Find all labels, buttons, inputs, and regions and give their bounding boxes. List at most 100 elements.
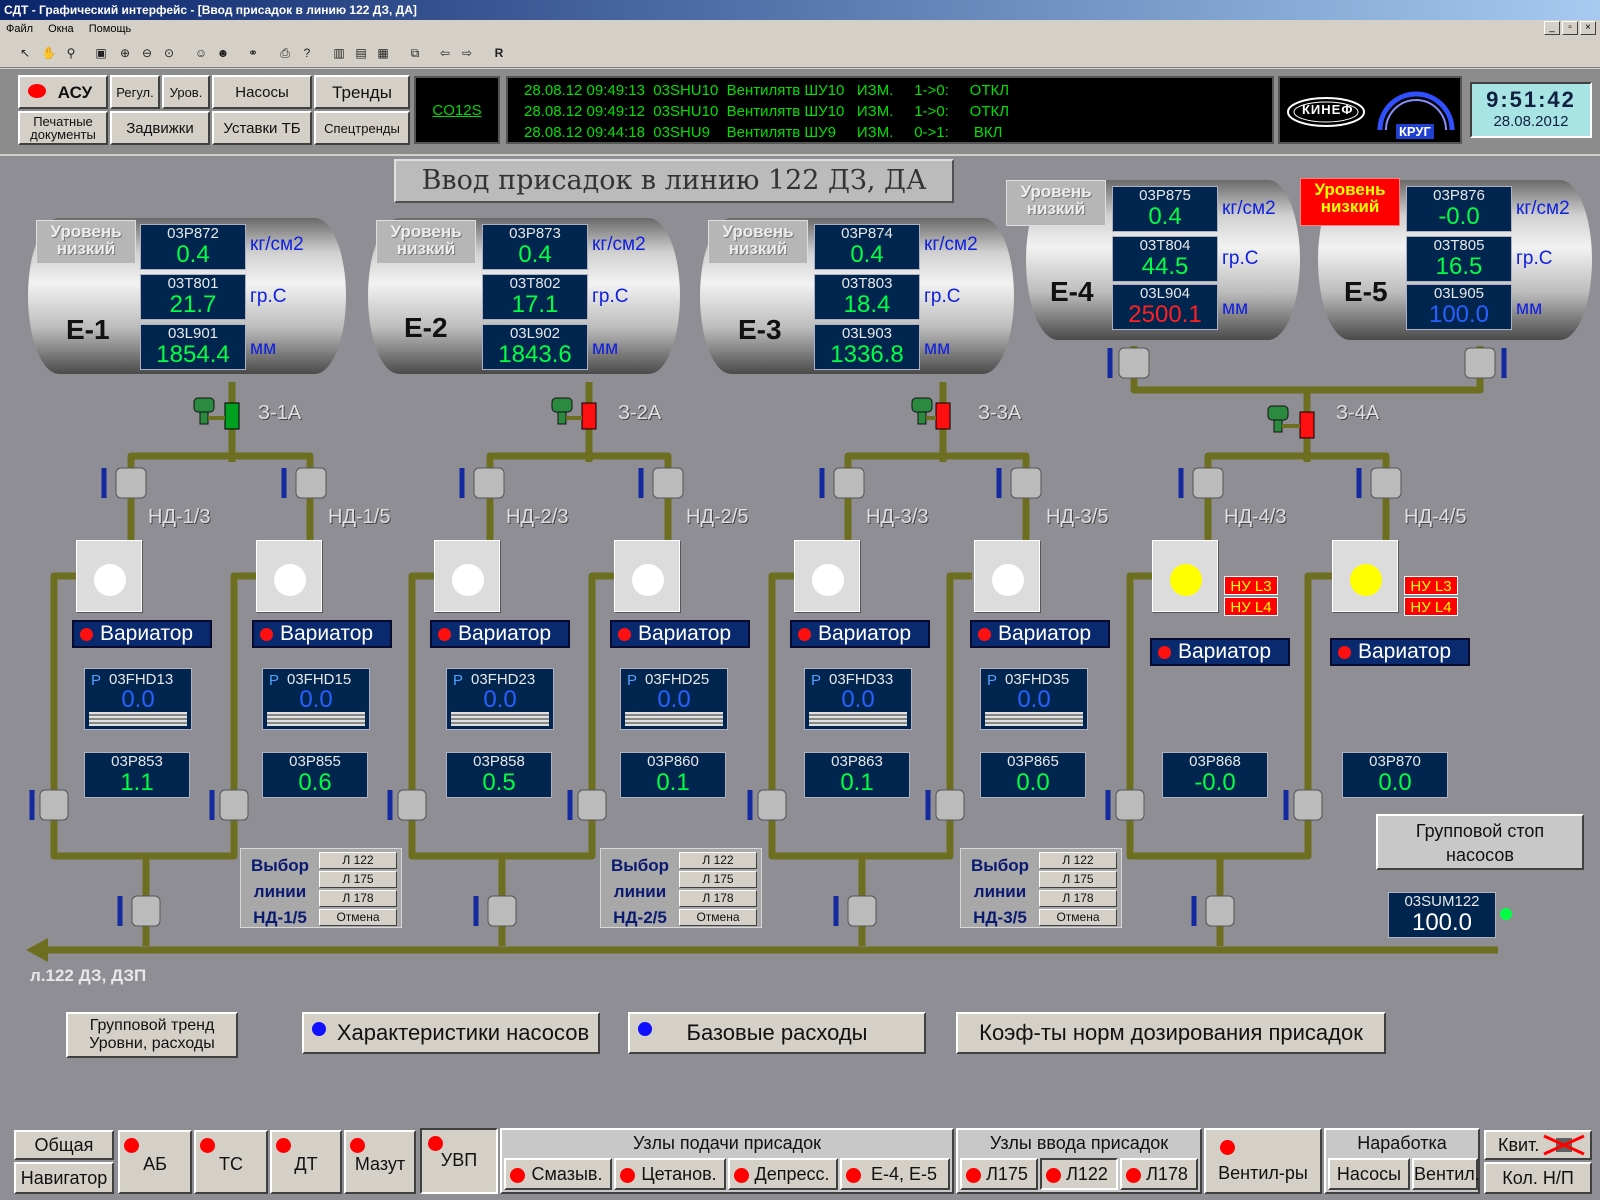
pressure-value[interactable]: 03P874 0.4: [814, 224, 920, 270]
variator-button[interactable]: Вариатор: [430, 620, 570, 648]
pump-nd-2-5[interactable]: [614, 540, 680, 612]
variator-button[interactable]: Вариатор: [72, 620, 212, 648]
runtime-pumps-button[interactable]: Насосы: [1328, 1158, 1410, 1190]
input-l175-button[interactable]: Л175: [960, 1158, 1038, 1190]
pressure-value[interactable]: 03P865 0.0: [980, 752, 1086, 798]
line-option-178[interactable]: Л 178: [319, 890, 397, 907]
dosing-coefficients-button[interactable]: Коэф-ты норм дозирования присадок: [956, 1012, 1386, 1054]
level-value[interactable]: 03L901 1854.4: [140, 324, 246, 370]
pointer-icon[interactable]: ↖: [16, 44, 34, 62]
zoom-reset-icon[interactable]: ▣: [92, 44, 110, 62]
back-icon[interactable]: ⇦: [436, 44, 454, 62]
pressure-value[interactable]: 03P868 -0.0: [1162, 752, 1268, 798]
variator-button[interactable]: Вариатор: [970, 620, 1110, 648]
zoom-out-icon[interactable]: ⊖: [138, 44, 156, 62]
zoom-fit-icon[interactable]: ⊙: [160, 44, 178, 62]
help-icon[interactable]: ?: [298, 44, 316, 62]
layout2-icon[interactable]: ▤: [352, 44, 370, 62]
pressure-value[interactable]: 03P872 0.4: [140, 224, 246, 270]
base-flow-button[interactable]: Базовые расходы: [628, 1012, 926, 1054]
variator-button[interactable]: Вариатор: [1330, 638, 1470, 666]
np-count-button[interactable]: Кол. Н/П: [1484, 1162, 1592, 1194]
user-icon[interactable]: ☺: [192, 44, 210, 62]
pressure-value[interactable]: 03P853 1.1: [84, 752, 190, 798]
pressure-value[interactable]: 03P870 0.0: [1342, 752, 1448, 798]
line-option-175[interactable]: Л 175: [1039, 871, 1117, 888]
nav-ts-button[interactable]: ТС: [194, 1130, 268, 1194]
r-icon[interactable]: R: [490, 44, 508, 62]
spectrends-button[interactable]: Спецтренды: [314, 111, 410, 145]
flow-setpoint[interactable]: P 03FHD35 0.0: [980, 668, 1088, 730]
temperature-value[interactable]: 03T804 44.5: [1112, 236, 1218, 282]
zoom-icon[interactable]: ⚲: [62, 44, 80, 62]
binoculars-icon[interactable]: ⚭: [244, 44, 262, 62]
flow-setpoint[interactable]: P 03FHD23 0.0: [446, 668, 554, 730]
pump-nd-2-3[interactable]: [434, 540, 500, 612]
users-icon[interactable]: ☻: [214, 44, 232, 62]
input-l178-button[interactable]: Л178: [1120, 1158, 1198, 1190]
setpoint-slider[interactable]: [89, 712, 187, 726]
asu-button[interactable]: АСУ: [18, 75, 108, 109]
group-stop-button[interactable]: Групповой стоп насосов: [1376, 814, 1584, 870]
group-trend-button[interactable]: Групповой тренд Уровни, расходы: [66, 1012, 238, 1058]
pump-nd-4-5[interactable]: [1332, 540, 1398, 612]
pressure-value[interactable]: 03P860 0.1: [620, 752, 726, 798]
variator-button[interactable]: Вариатор: [1150, 638, 1290, 666]
layout3-icon[interactable]: ▦: [374, 44, 392, 62]
valves-button[interactable]: Задвижки: [110, 111, 210, 145]
trends-button[interactable]: Тренды: [314, 75, 410, 109]
pump-nd-3-3[interactable]: [794, 540, 860, 612]
pressure-value[interactable]: 03P855 0.6: [262, 752, 368, 798]
pump-characteristics-button[interactable]: Характеристики насосов: [302, 1012, 600, 1054]
restore-button[interactable]: ▫: [1562, 21, 1578, 35]
line-option-cancel[interactable]: Отмена: [1039, 909, 1117, 926]
temperature-value[interactable]: 03T802 17.1: [482, 274, 588, 320]
setpoint-slider[interactable]: [985, 712, 1083, 726]
pressure-value[interactable]: 03P875 0.4: [1112, 186, 1218, 232]
setpoint-slider[interactable]: [809, 712, 907, 726]
layout1-icon[interactable]: ▥: [330, 44, 348, 62]
pressure-value[interactable]: 03P873 0.4: [482, 224, 588, 270]
feed-depressant-button[interactable]: Депресс.: [728, 1158, 838, 1190]
urov-button[interactable]: Уров.: [162, 75, 210, 109]
temperature-value[interactable]: 03T803 18.4: [814, 274, 920, 320]
setpoint-slider[interactable]: [625, 712, 723, 726]
general-button[interactable]: Общая: [14, 1130, 114, 1160]
menu-help[interactable]: Помощь: [83, 20, 138, 38]
nav-dt-button[interactable]: ДТ: [270, 1130, 342, 1194]
fans-button[interactable]: Вентил-ры: [1204, 1128, 1322, 1194]
window-icon[interactable]: ⧉: [406, 44, 424, 62]
line-option-122[interactable]: Л 122: [1039, 852, 1117, 869]
menu-file[interactable]: Файл: [0, 20, 39, 38]
pressure-value[interactable]: 03P876 -0.0: [1406, 186, 1512, 232]
input-l122-button[interactable]: Л122: [1040, 1158, 1118, 1190]
forward-icon[interactable]: ⇨: [458, 44, 476, 62]
nav-mazut-button[interactable]: Мазут: [344, 1130, 416, 1194]
level-value[interactable]: 03L903 1336.8: [814, 324, 920, 370]
print-docs-button[interactable]: Печатные документы: [18, 111, 108, 145]
print-icon[interactable]: ⎙: [276, 44, 294, 62]
flow-setpoint[interactable]: P 03FHD33 0.0: [804, 668, 912, 730]
line-option-175[interactable]: Л 175: [679, 871, 757, 888]
temperature-value[interactable]: 03T801 21.7: [140, 274, 246, 320]
valve-label[interactable]: З-4А: [1336, 402, 1379, 425]
pressure-value[interactable]: 03P858 0.5: [446, 752, 552, 798]
pressure-value[interactable]: 03P863 0.1: [804, 752, 910, 798]
valve-label[interactable]: З-2А: [618, 402, 661, 425]
pump-nd-4-3[interactable]: [1152, 540, 1218, 612]
variator-button[interactable]: Вариатор: [252, 620, 392, 648]
level-value[interactable]: 03L904 2500.1: [1112, 284, 1218, 330]
minimize-button[interactable]: _: [1544, 21, 1560, 35]
co12s-link[interactable]: CO12S: [414, 76, 500, 144]
settings-button[interactable]: Уставки ТБ: [212, 111, 312, 145]
flow-setpoint[interactable]: P 03FHD15 0.0: [262, 668, 370, 730]
flow-setpoint[interactable]: P 03FHD25 0.0: [620, 668, 728, 730]
temperature-value[interactable]: 03T805 16.5: [1406, 236, 1512, 282]
line-option-cancel[interactable]: Отмена: [319, 909, 397, 926]
sum-flow-value[interactable]: 03SUM122 100.0: [1388, 892, 1496, 938]
runtime-fans-button[interactable]: Вентил.: [1412, 1158, 1480, 1190]
level-value[interactable]: 03L902 1843.6: [482, 324, 588, 370]
valve-label[interactable]: З-1А: [258, 402, 301, 425]
line-option-175[interactable]: Л 175: [319, 871, 397, 888]
nav-uvp-button[interactable]: УВП: [420, 1128, 498, 1194]
